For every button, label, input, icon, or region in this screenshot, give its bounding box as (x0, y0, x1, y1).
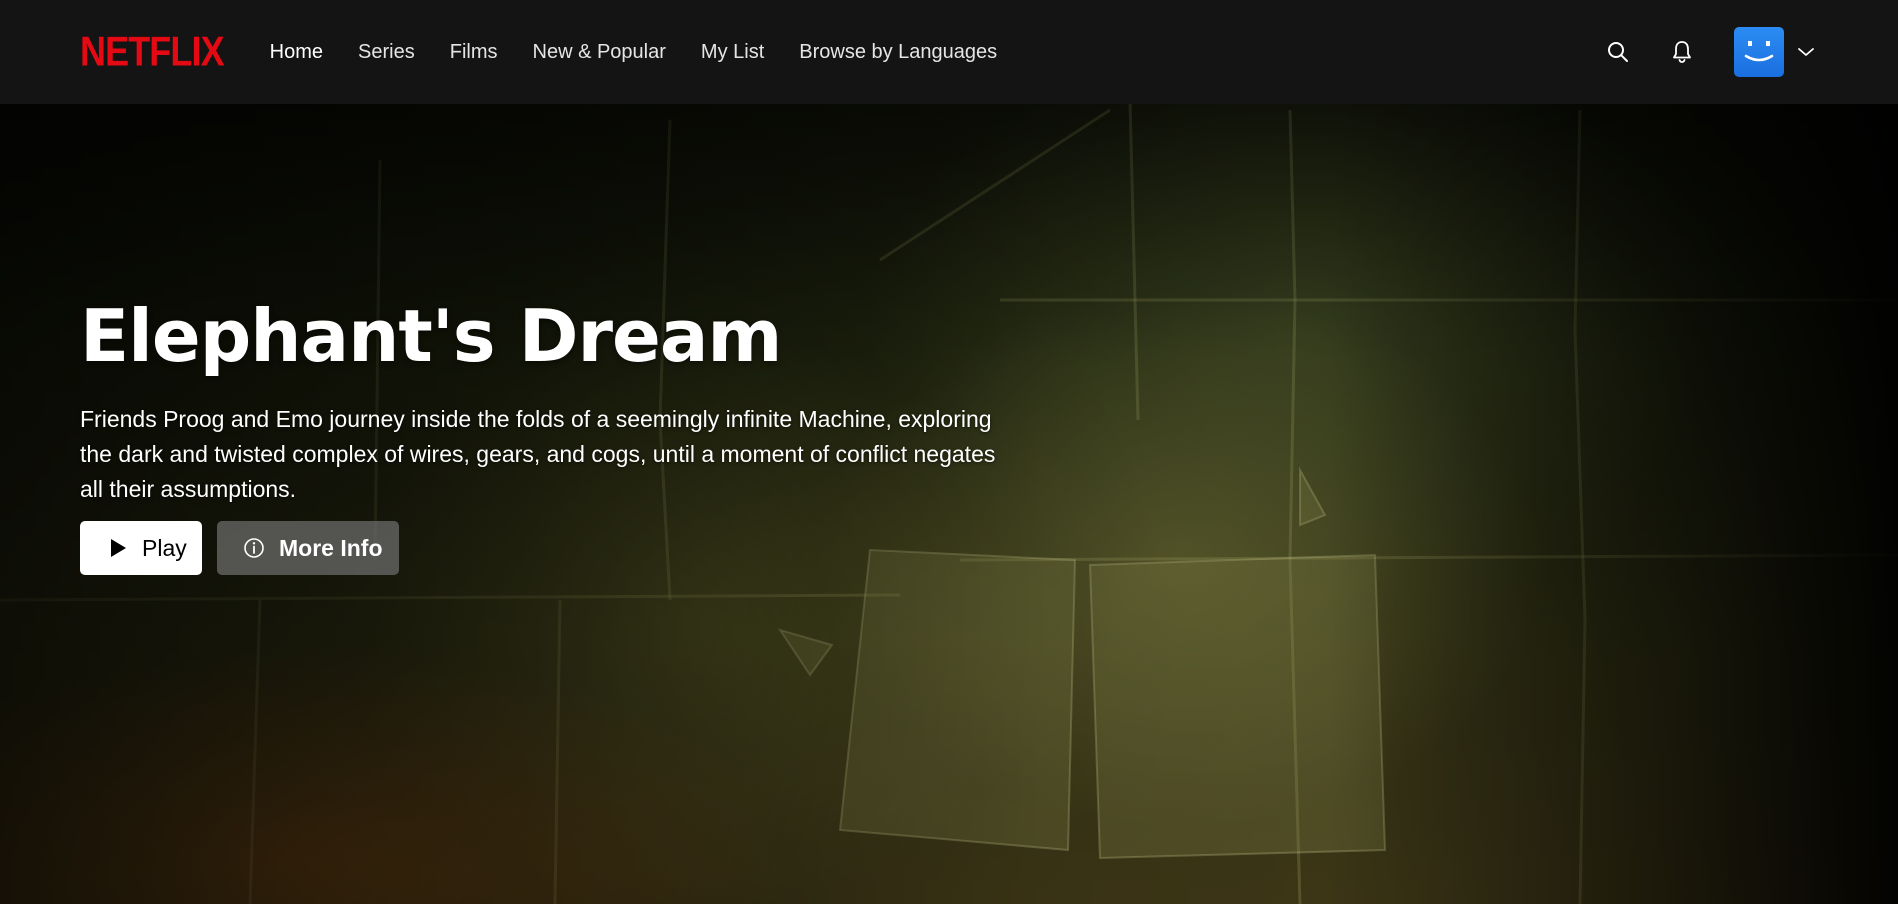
info-icon (244, 538, 264, 558)
bell-icon (1673, 41, 1691, 63)
hero-title: Elephant's Dream (80, 294, 782, 378)
search-icon (1608, 42, 1628, 62)
page: NETFLIX Home Series Films New & Popular … (0, 0, 1898, 904)
more-info-button[interactable]: More Info (217, 521, 399, 575)
avatar[interactable] (1734, 27, 1784, 77)
more-info-button-label: More Info (279, 534, 383, 561)
nav-right (1598, 27, 1818, 77)
nav-link-new-popular[interactable]: New & Popular (533, 41, 666, 64)
hero-description: Friends Proog and Emo journey inside the… (80, 406, 996, 502)
hero-buttons: Play More Info (80, 521, 1000, 575)
nav-links: Home Series Films New & Popular My List … (270, 41, 998, 64)
nav-link-browse-by-languages[interactable]: Browse by Languages (799, 41, 997, 64)
nav-link-films[interactable]: Films (450, 41, 498, 64)
search-button[interactable] (1598, 32, 1638, 72)
play-button-label: Play (142, 534, 187, 561)
top-navbar: NETFLIX Home Series Films New & Popular … (0, 0, 1898, 104)
nav-link-home[interactable]: Home (270, 41, 323, 64)
nav-link-my-list[interactable]: My List (701, 41, 764, 64)
hero-content: Elephant's Dream Friends Proog and Emo j… (80, 300, 1000, 575)
chevron-down-icon (1798, 48, 1814, 56)
nav-link-series[interactable]: Series (358, 41, 415, 64)
play-button[interactable]: Play (80, 521, 202, 575)
play-icon (111, 539, 126, 557)
profile-menu[interactable] (1734, 27, 1818, 77)
netflix-logo[interactable]: NETFLIX (80, 31, 225, 73)
notifications-button[interactable] (1662, 32, 1702, 72)
profile-dropdown-toggle[interactable] (1794, 40, 1818, 64)
smiley-face-icon (1744, 41, 1774, 62)
